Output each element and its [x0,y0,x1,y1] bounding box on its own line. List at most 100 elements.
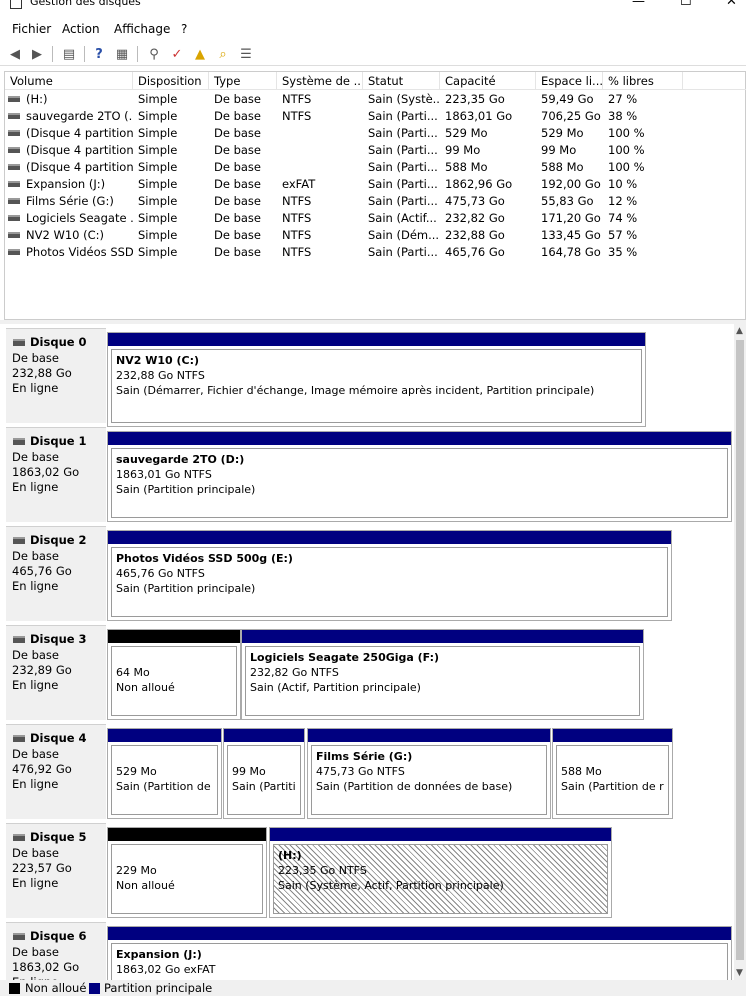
disk-info-2[interactable]: Disque 2 De base 465,76 Go En ligne [6,526,106,621]
check-icon[interactable]: ✓ [168,45,186,63]
folder-up-icon[interactable]: ▲ [191,45,209,63]
table-cell: De base [214,211,261,225]
primary-partition[interactable]: sauvegarde 2TO (D:) 1863,01 Go NTFS Sain (… [107,431,732,522]
table-cell: 38 % [608,109,638,123]
disk-size: 1863,02 Go [12,465,80,479]
console-icon[interactable]: ▤ [60,45,78,63]
column-free-space[interactable]: Espace li... [536,72,603,90]
partition-name: NV2 W10 (C:) [116,354,199,367]
unallocated-partition[interactable]: 64 Mo Non alloué [107,629,241,720]
primary-partition[interactable]: Logiciels Seagate 250Giga (F:) 232,82 Go … [241,629,644,720]
partition-name: Expansion (J:) [116,948,202,961]
disk-type: De base [12,351,59,365]
primary-partition[interactable]: 529 Mo Sain (Partition de re [107,728,222,819]
help-icon[interactable]: ? [90,45,108,63]
column-status[interactable]: Statut [363,72,440,90]
primary-partition[interactable]: 99 Mo Sain (Partitio [223,728,305,819]
back-arrow-icon[interactable]: ◀ [6,45,24,63]
table-cell: 100 % [608,160,645,174]
partition-size: 229 Mo [116,864,157,877]
menu-action[interactable]: Action [62,22,100,36]
close-icon[interactable]: ✕ [726,0,737,9]
table-row[interactable]: (Disque 4 partition... Simple De base Sain … [5,125,746,142]
column-type[interactable]: Type [209,72,277,90]
table-cell: NTFS [282,109,312,123]
partition-status: Sain (Partition principale) [116,483,256,496]
primary-partition[interactable]: Photos Vidéos SSD 500g (E:) 465,76 Go NTF… [107,530,672,621]
partition-spacer [232,749,296,764]
disk-status: En ligne [12,678,59,692]
table-row[interactable]: (H:) Simple De base NTFS Sain (Systè... 223,3… [5,91,746,108]
disk-name: Disque 2 [12,533,100,547]
properties-icon[interactable]: ▦ [113,45,131,63]
table-cell: 100 % [608,143,645,157]
forward-arrow-icon[interactable]: ▶ [28,45,46,63]
unallocated-partition[interactable]: 229 Mo Non alloué [107,827,267,918]
menu-fichier[interactable]: Fichier [12,22,51,36]
toolbar-separator [52,46,53,62]
column-filesystem[interactable]: Système de ... [277,72,363,90]
maximize-icon[interactable]: ☐ [680,0,692,9]
disk-name: Disque 6 [12,929,100,943]
disk-info-5[interactable]: Disque 5 De base 223,57 Go En ligne [6,823,106,918]
vertical-scrollbar[interactable]: ▲ ▼ [734,324,746,980]
primary-partition[interactable]: Films Série (G:) 475,73 Go NTFS Sain (Part… [307,728,551,819]
disk-type: De base [12,549,59,563]
table-row[interactable]: Expansion (J:) Simple De base exFAT Sain (Pa… [5,176,746,193]
menu-affichage[interactable]: Affichage [114,22,170,36]
primary-partition[interactable]: (H:) 223,35 Go NTFS Sain (Système, Actif, … [269,827,612,918]
table-row[interactable]: Films Série (G:) Simple De base NTFS Sain (P… [5,193,746,210]
table-cell: De base [214,126,261,140]
partition-color-bar [553,729,672,742]
scrollbar-thumb[interactable] [736,340,744,960]
column-capacity[interactable]: Capacité [440,72,536,90]
table-row[interactable]: Photos Vidéos SSD... Simple De base NTFS Sai… [5,244,746,261]
scroll-up-icon[interactable]: ▲ [736,326,743,336]
partition-body: 99 Mo Sain (Partitio [227,745,301,815]
partition-spacer [561,749,664,764]
table-cell: De base [214,228,261,242]
table-row[interactable]: (Disque 4 partition... Simple De base Sain … [5,142,746,159]
partition-body: Expansion (J:) 1863,02 Go exFAT [111,943,728,980]
table-row[interactable]: Logiciels Seagate ... Simple De base NTFS Sa… [5,210,746,227]
primary-partition[interactable]: NV2 W10 (C:) 232,88 Go NTFS Sain (Démarrer… [107,332,646,427]
table-cell: NTFS [282,194,312,208]
table-row[interactable]: (Disque 4 partition... Simple De base Sain … [5,159,746,176]
table-cell: 192,00 Go [541,177,601,191]
partition-status: Sain (Démarrer, Fichier d'échange, Image… [116,384,595,397]
column-percent-free[interactable]: % libres [603,72,683,90]
connect-icon[interactable]: ⚲ [145,45,163,63]
table-row[interactable]: NV2 W10 (C:) Simple De base NTFS Sain (Dém..… [5,227,746,244]
table-cell: 223,35 Go [445,92,505,106]
partition-body: (H:) 223,35 Go NTFS Sain (Système, Actif, … [273,844,608,914]
column-volume[interactable]: Volume [5,72,133,90]
minimize-icon[interactable]: — [632,0,645,9]
disk-name: Disque 5 [12,830,100,844]
disk-status: En ligne [12,579,59,593]
scroll-down-icon[interactable]: ▼ [736,968,743,978]
table-row[interactable]: sauvegarde 2TO (... Simple De base NTFS Sain… [5,108,746,125]
disk-info-1[interactable]: Disque 1 De base 1863,02 Go En ligne [6,427,106,522]
primary-partition[interactable]: Expansion (J:) 1863,02 Go exFAT [107,926,732,980]
menu-help[interactable]: ? [181,22,187,36]
table-cell: Films Série (G:) [26,194,114,208]
partition-color-bar [108,432,731,445]
partition-size: 1863,02 Go exFAT [116,963,216,976]
disk-info-0[interactable]: Disque 0 De base 232,88 Go En ligne [6,328,106,423]
table-cell: Sain (Parti... [368,109,438,123]
partition-size: 223,35 Go NTFS [278,864,367,877]
disk-info-3[interactable]: Disque 3 De base 232,89 Go En ligne [6,625,106,720]
column-disposition[interactable]: Disposition [133,72,209,90]
disk-info-6[interactable]: Disque 6De base1863,02 GoEn ligne [6,922,106,980]
search-folder-icon[interactable]: ⌕ [214,45,232,63]
partition-size: 588 Mo [561,765,602,778]
partition-name: sauvegarde 2TO (D:) [116,453,245,466]
primary-partition[interactable]: 588 Mo Sain (Partition de ré [552,728,673,819]
partition-spacer [116,848,258,863]
table-cell: NTFS [282,228,312,242]
list-icon[interactable]: ☰ [237,45,255,63]
disk-info-4[interactable]: Disque 4 De base 476,92 Go En ligne [6,724,106,819]
table-cell: 27 % [608,92,638,106]
disk-management-window: Gestion des disques — ☐ ✕ Fichier Action… [0,0,746,996]
partition-color-bar [108,531,671,544]
